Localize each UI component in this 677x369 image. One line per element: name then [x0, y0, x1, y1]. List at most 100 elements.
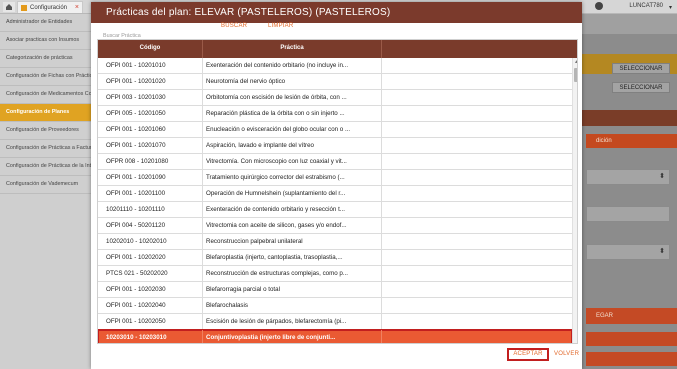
sidebar-item[interactable]: Categorización de prácticas	[0, 50, 96, 68]
cell-divider	[381, 298, 382, 314]
cell-practice: Blefarochalasis	[206, 302, 248, 309]
column-header-practice[interactable]: Práctica	[203, 45, 381, 51]
sidebar-item[interactable]: Configuración de Fichas con Práctic	[0, 68, 96, 86]
select-button-2[interactable]: SELECCIONAR	[612, 82, 670, 93]
sidebar-item[interactable]: Configuración de Planes	[0, 104, 96, 122]
scroll-up-icon[interactable]: ▲	[574, 59, 577, 65]
cell-divider	[202, 330, 203, 343]
cell-code: OFPI 001 - 10201090	[106, 174, 166, 181]
table-row[interactable]: OFPI 003 - 10201030 Orbitotomía con escis…	[98, 90, 572, 106]
select-button-1[interactable]: SELECCIONAR	[612, 63, 670, 74]
table-row[interactable]: PTCS 021 - 50202020 Reconstrucción de est…	[98, 266, 572, 282]
table-row-selected[interactable]: 10203010 - 10203010 Conjuntivoplastia (in…	[98, 329, 573, 343]
right-panel-select-3[interactable]: ⬍	[586, 244, 670, 260]
cell-code: OFPI 004 - 50201120	[106, 222, 166, 229]
cell-code: OFPI 001 - 10202040	[106, 302, 166, 309]
table-row[interactable]: OFPI 001 - 10202040 Blefarochalasis	[98, 298, 572, 314]
cell-divider	[202, 58, 203, 74]
cell-divider	[381, 170, 382, 186]
cell-divider	[202, 234, 203, 250]
configuration-tab-icon	[21, 5, 27, 11]
cell-code: PTCS 021 - 50202020	[106, 270, 168, 277]
cell-divider	[381, 186, 382, 202]
cell-divider	[202, 282, 203, 298]
table-row[interactable]: OFPI 001 - 10201090 Tratamiento quirúrgic…	[98, 170, 572, 186]
right-panel-header-bar	[582, 110, 677, 126]
cell-code: OFPI 001 - 10202030	[106, 286, 166, 293]
cell-divider	[202, 202, 203, 218]
cell-divider	[381, 74, 382, 90]
user-name[interactable]: LUNCAT780	[629, 3, 663, 9]
cell-divider	[381, 314, 382, 330]
cell-code: 10201110 - 10201110	[106, 206, 165, 213]
table-row[interactable]: OFPI 001 - 10201020 Neurotomía del nervio…	[98, 74, 572, 90]
sidebar-item[interactable]: Configuración de Medicamentos Co	[0, 86, 96, 104]
cell-divider	[202, 298, 203, 314]
right-panel-select-2[interactable]	[586, 206, 670, 222]
cell-practice: Orbitotomía con escisión de lesión de ór…	[206, 94, 347, 101]
cell-divider	[381, 154, 382, 170]
sidebar-item[interactable]: Asociar practicas con Insumos	[0, 32, 96, 50]
cell-code: OFPI 005 - 10201050	[106, 110, 166, 117]
cell-divider	[381, 234, 382, 250]
user-menu-chevron-icon[interactable]: ▾	[669, 4, 672, 11]
back-button[interactable]: VOLVER	[554, 351, 579, 357]
cell-practice: Vitrectomía. Con microscopio con luz coa…	[206, 158, 347, 165]
cell-divider	[381, 330, 382, 343]
clear-button[interactable]: LIMPIAR	[268, 23, 293, 29]
cell-code: OFPI 001 - 10201070	[106, 142, 166, 149]
cell-code: OFPR 008 - 10201080	[106, 158, 169, 165]
right-panel-top-bar	[582, 14, 677, 34]
user-avatar-icon[interactable]	[595, 2, 603, 10]
table-scrollbar[interactable]: ▲	[572, 58, 577, 343]
sidebar-item[interactable]: Configuración de Vademecum	[0, 176, 96, 194]
table-row[interactable]: OFPI 005 - 10201050 Reparación plástica d…	[98, 106, 572, 122]
column-header-code[interactable]: Código	[98, 45, 202, 51]
table-row[interactable]: OFPI 001 - 10202020 Blefaroplastia (injer…	[98, 250, 572, 266]
configuration-tab-label: Configuración	[30, 5, 68, 11]
right-panel-edit-bar[interactable]: dición	[586, 134, 677, 148]
table-body: OFPI 001 - 10201010 Exenteración del cont…	[98, 58, 573, 343]
sidebar-item[interactable]: Configuración de Prácticas a Factur	[0, 140, 96, 158]
cell-divider	[381, 90, 382, 106]
cell-code: OFPI 001 - 10202020	[106, 254, 166, 261]
cell-practice: Neurotomía del nervio óptico	[206, 78, 286, 85]
table-row[interactable]: OFPI 004 - 50201120 Vitrectomia con aceit…	[98, 218, 572, 234]
right-panel-add-button[interactable]: EGAR	[586, 308, 677, 324]
accept-button[interactable]: ACEPTAR	[507, 348, 549, 361]
sidebar-item[interactable]: Configuración de Prácticas de la Int	[0, 158, 96, 176]
right-panel-orange-bar-3	[586, 352, 677, 366]
search-button[interactable]: BUSCAR	[221, 23, 247, 29]
table-row[interactable]: OFPI 001 - 10202050 Escisión de lesión de…	[98, 314, 572, 330]
close-tab-icon[interactable]: ×	[75, 4, 79, 11]
cell-practice: Escisión de lesión de párpados, blefarec…	[206, 318, 347, 325]
configuration-tab[interactable]: Configuración ×	[17, 1, 83, 13]
cell-divider	[202, 186, 203, 202]
cell-practice: Blefaroplastia (injerto, cantoplastia, t…	[206, 254, 343, 261]
practices-table: Código Práctica OFPI 001 - 10201010 Exent…	[97, 39, 578, 344]
cell-divider	[381, 266, 382, 282]
cell-divider	[381, 282, 382, 298]
right-panel-select-1[interactable]: ⬍	[586, 169, 670, 185]
cell-code: 10203010 - 10203010	[106, 334, 167, 341]
cell-divider	[202, 138, 203, 154]
table-row[interactable]: 10201110 - 10201110 Exenteración de conte…	[98, 202, 572, 218]
select-arrows-icon: ⬍	[659, 248, 665, 255]
column-divider	[381, 40, 382, 58]
table-row[interactable]: OFPI 001 - 10202030 Blefarorragia parcial…	[98, 282, 572, 298]
table-row[interactable]: OFPR 008 - 10201080 Vitrectomía. Con micr…	[98, 154, 572, 170]
table-row[interactable]: 10202010 - 10202010 Reconstruccion palpeb…	[98, 234, 572, 250]
table-row[interactable]: OFPI 001 - 10201010 Exenteración del cont…	[98, 58, 572, 74]
cell-practice: Reparación plástica de la órbita con o s…	[206, 110, 345, 117]
table-row[interactable]: OFPI 001 - 10201060 Enucleación o eviscer…	[98, 122, 572, 138]
sidebar-item[interactable]: Configuración de Proveedores	[0, 122, 96, 140]
home-tab[interactable]	[3, 2, 15, 12]
table-row[interactable]: OFPI 001 - 10201100 Operación de Humnelsh…	[98, 186, 572, 202]
cell-practice: Operación de Humnelshein (suplantamiento…	[206, 190, 346, 197]
cell-divider	[202, 74, 203, 90]
table-row[interactable]: OFPI 001 - 10201070 Aspiración, lavado e …	[98, 138, 572, 154]
scrollbar-thumb[interactable]	[574, 68, 577, 82]
sidebar-item[interactable]: Administrador de Entidades	[0, 14, 96, 32]
practices-modal: Prácticas del plan: ELEVAR (PASTELEROS) …	[91, 2, 582, 369]
table-header: Código Práctica	[98, 40, 577, 58]
